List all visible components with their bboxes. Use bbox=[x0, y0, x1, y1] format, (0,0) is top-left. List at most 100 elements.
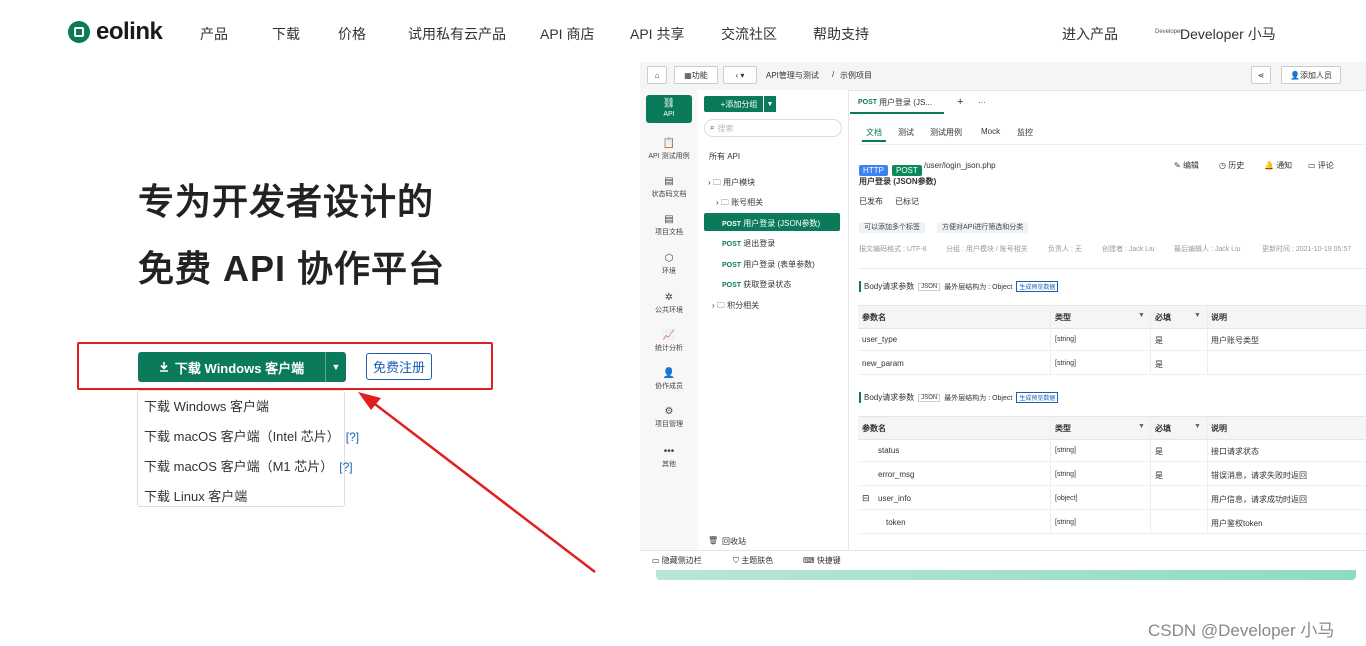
sidebar-item-8[interactable]: ⚙ 项目管理 bbox=[640, 406, 698, 429]
chevron-left-icon: ‹ ▾ bbox=[735, 70, 745, 80]
comment-label: 评论 bbox=[1317, 161, 1334, 170]
sidebar-item-9[interactable]: ••• 其他 bbox=[640, 446, 698, 469]
enter-product-link[interactable]: 进入产品 bbox=[1062, 24, 1118, 44]
tree-item[interactable]: POST 退出登录 bbox=[722, 238, 775, 249]
tree-item[interactable]: › 🗀 账号相关 bbox=[716, 197, 763, 211]
sidebar-item-label: 状态码文档 bbox=[651, 191, 687, 198]
menu-item-macos-m1[interactable]: 下载 macOS 客户端（M1 芯片） [?] bbox=[144, 456, 353, 475]
subtab-0[interactable]: 文档 bbox=[866, 127, 882, 138]
shortcut-button[interactable]: ⌨ 快捷键 bbox=[803, 555, 841, 566]
edit-label: 编辑 bbox=[1182, 161, 1199, 170]
chevron-down-icon[interactable]: ▼ bbox=[1138, 312, 1145, 319]
param-name: user_info bbox=[878, 494, 911, 503]
tree-item[interactable]: › 🗀 积分相关 bbox=[712, 300, 759, 314]
menu-item-windows[interactable]: 下载 Windows 客户端 bbox=[144, 396, 269, 415]
eolink-logo[interactable]: eolink bbox=[68, 18, 163, 45]
function-menu[interactable]: ▦ 功能 bbox=[674, 66, 718, 84]
pencil-icon: ✎ bbox=[1174, 161, 1183, 170]
subtab-indicator bbox=[862, 140, 886, 142]
nav-item-download[interactable]: 下载 bbox=[272, 24, 300, 44]
sidebar-item-3[interactable]: ▤ 项目文档 bbox=[640, 214, 698, 237]
tree-item-label: 账号相关 bbox=[731, 198, 764, 207]
menu-item-linux[interactable]: 下载 Linux 客户端 bbox=[144, 486, 247, 505]
share-icon[interactable]: ⋖ bbox=[1251, 66, 1271, 84]
param-name: status bbox=[878, 446, 900, 455]
sidebar-item-2[interactable]: ▤ 状态码文档 bbox=[640, 176, 698, 199]
nav-item-help[interactable]: 帮助支持 bbox=[813, 24, 869, 44]
generate-preview-button[interactable]: 生成预览数据 bbox=[1016, 281, 1059, 292]
user-name[interactable]: Developer 小马 bbox=[1180, 24, 1276, 44]
sidebar-item-6[interactable]: 📈 统计分析 bbox=[640, 330, 698, 353]
avatar[interactable]: Developer bbox=[1155, 25, 1182, 39]
generate-preview-button[interactable]: 生成预览数据 bbox=[1016, 392, 1059, 403]
nav-item-private-cloud[interactable]: 试用私有云产品 bbox=[408, 24, 506, 44]
sidebar-item-label: API bbox=[663, 111, 675, 118]
download-windows-button[interactable]: 下载 Windows 客户端 ▼ bbox=[138, 352, 346, 382]
tag-1[interactable]: 可以添加多个标签 bbox=[859, 216, 925, 234]
new-tab-button[interactable]: + bbox=[957, 96, 963, 108]
param-required: 是 bbox=[1155, 447, 1163, 456]
sidebar-item-7[interactable]: 👤 协作成员 bbox=[640, 368, 698, 391]
comment-button[interactable]: ▭ 评论 bbox=[1308, 160, 1334, 171]
link-icon: ⛓ bbox=[662, 98, 676, 109]
sidebar-item-5[interactable]: ✲ 公共环境 bbox=[640, 292, 698, 315]
notify-button[interactable]: 🔔 通知 bbox=[1264, 160, 1292, 171]
tab-more-button[interactable]: ··· bbox=[978, 98, 986, 107]
help-link[interactable]: [?] bbox=[339, 460, 352, 474]
hide-sidebar-button[interactable]: ▭ 隐藏侧边栏 bbox=[652, 555, 702, 566]
column-header: 类型 bbox=[1055, 313, 1071, 322]
chart-icon: 📈 bbox=[662, 330, 676, 341]
chevron-down-icon[interactable]: ▼ bbox=[763, 96, 776, 112]
sidebar-item-label: 项目文档 bbox=[655, 229, 683, 236]
chevron-down-icon[interactable]: ▼ bbox=[325, 352, 346, 382]
home-icon[interactable]: ⌂ bbox=[647, 66, 667, 84]
menu-item-macos-intel[interactable]: 下载 macOS 客户端（Intel 芯片） [?] bbox=[144, 426, 359, 445]
recycle-bin-item[interactable]: 回收站 bbox=[722, 536, 746, 547]
tree-item-label: 用户登录 (JSON参数) bbox=[743, 219, 821, 228]
theme-button[interactable]: ⛉ 主题肤色 bbox=[733, 555, 773, 566]
sidebar-item-4[interactable]: ⬡ 环境 bbox=[640, 253, 698, 276]
nav-item-product[interactable]: 产品 bbox=[200, 24, 228, 44]
chevron-down-icon[interactable]: ▼ bbox=[1138, 423, 1145, 430]
chevron-down-icon[interactable]: ▼ bbox=[1194, 312, 1201, 319]
param-desc: 用户信息，请求成功时返回 bbox=[1211, 495, 1307, 504]
api-tab[interactable]: POST 用户登录 (JS... bbox=[850, 92, 944, 114]
sidebar-item-1[interactable]: 📋 API 测试用例 bbox=[640, 138, 698, 161]
chevron-down-icon[interactable]: ▼ bbox=[1194, 423, 1201, 430]
tree-item[interactable]: › 🗀 用户模块 bbox=[708, 177, 755, 191]
all-api-item[interactable]: 所有 API bbox=[709, 151, 740, 162]
gear-icon: ⚙ bbox=[664, 406, 674, 417]
add-group-label: 添加分组 bbox=[725, 99, 758, 109]
edit-button[interactable]: ✎ 编辑 bbox=[1174, 160, 1199, 171]
history-button[interactable]: ◷ 历史 bbox=[1219, 160, 1244, 171]
api-search-input[interactable]: ⌕ 搜索 bbox=[704, 119, 842, 137]
breadcrumb-1[interactable]: API管理与测试 bbox=[766, 70, 819, 81]
tree-item-label: 获取登录状态 bbox=[743, 280, 792, 289]
tree-item[interactable]: POST 用户登录 (表单参数) bbox=[722, 259, 815, 270]
add-member-button[interactable]: 👤 添加人员 bbox=[1281, 66, 1341, 84]
subtab-1[interactable]: 测试 bbox=[898, 127, 914, 138]
nav-item-pricing[interactable]: 价格 bbox=[338, 24, 366, 44]
column-header: 必填 bbox=[1155, 313, 1171, 322]
collapse-icon[interactable]: ⊟ bbox=[862, 493, 870, 504]
column-header: 说明 bbox=[1211, 424, 1227, 433]
download-main[interactable]: 下载 Windows 客户端 bbox=[138, 352, 325, 382]
free-register-button[interactable]: 免费注册 bbox=[366, 353, 432, 380]
nav-item-api-share[interactable]: API 共享 bbox=[630, 24, 684, 44]
format-tag: JSON bbox=[918, 393, 941, 402]
column-divider bbox=[1150, 416, 1151, 534]
param-type: [string] bbox=[1055, 360, 1077, 367]
subtab-3[interactable]: Mock bbox=[981, 127, 1000, 136]
subtab-4[interactable]: 监控 bbox=[1017, 127, 1033, 138]
nav-item-api-store[interactable]: API 商店 bbox=[540, 24, 594, 44]
back-dropdown[interactable]: ‹ ▾ bbox=[723, 66, 757, 84]
sidebar-item-label: 协作成员 bbox=[655, 383, 683, 390]
tree-item[interactable]: POST 获取登录状态 bbox=[722, 279, 791, 290]
nav-item-community[interactable]: 交流社区 bbox=[721, 24, 777, 44]
tag-2[interactable]: 方便对API进行筛选和分类 bbox=[937, 216, 1029, 234]
tree-item[interactable]: POST 用户登录 (JSON参数) bbox=[722, 218, 820, 229]
folder-icon: › 🗀 bbox=[716, 198, 732, 207]
subtab-2[interactable]: 测试用例 bbox=[930, 127, 962, 138]
breadcrumb-2[interactable]: 示例项目 bbox=[840, 70, 872, 81]
sidebar-item-0[interactable]: ⛓ API bbox=[640, 98, 698, 118]
